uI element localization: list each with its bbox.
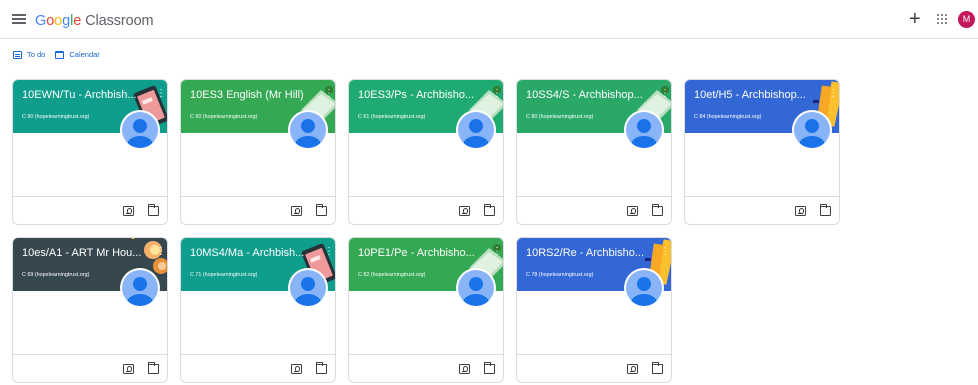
card-footer	[13, 196, 167, 224]
assignment-ind-icon[interactable]	[459, 206, 470, 216]
teacher-avatar	[120, 110, 160, 150]
class-card[interactable]: 10RS2/Re - Archbisho... C 78 (hopelearnin…	[516, 237, 672, 383]
teacher-avatar	[792, 110, 832, 150]
class-section: C 78 (hopelearningtrust.org)	[526, 272, 594, 278]
calendar-link[interactable]: Calendar	[55, 50, 100, 59]
more-vert-icon[interactable]: ⋮	[492, 89, 502, 99]
todo-label: To do	[27, 50, 46, 59]
folder-icon[interactable]	[147, 362, 159, 374]
class-section: C 71 (hopelearningtrust.org)	[190, 272, 258, 278]
folder-icon[interactable]	[483, 204, 495, 216]
more-vert-icon[interactable]: ⋮	[324, 89, 334, 99]
class-card[interactable]: 10MS4/Ma - Archbish... C 71 (hopelearning…	[180, 237, 336, 383]
more-vert-icon[interactable]: ⋮	[156, 89, 166, 99]
more-vert-icon[interactable]: ⋮	[828, 89, 838, 99]
class-card[interactable]: 10et/H5 - Archbishop... C 84 (hopelearnin…	[684, 79, 840, 225]
class-title[interactable]: 10es/A1 - ART Mr Hou...	[22, 247, 146, 260]
sub-navigation: To do Calendar	[13, 50, 100, 59]
teacher-avatar	[624, 268, 664, 308]
more-vert-icon[interactable]: ⋮	[492, 247, 502, 257]
class-section: C 90 (hopelearningtrust.org)	[22, 114, 90, 120]
class-title[interactable]: 10MS4/Ma - Archbish...	[190, 247, 314, 260]
calendar-label: Calendar	[69, 50, 100, 59]
hamburger-menu-icon[interactable]	[12, 12, 26, 26]
more-vert-icon[interactable]: ⋮	[324, 247, 334, 257]
assignment-ind-icon[interactable]	[627, 364, 638, 374]
assignment-ind-icon[interactable]	[459, 364, 470, 374]
teacher-avatar	[456, 110, 496, 150]
product-name: Classroom	[85, 13, 154, 29]
class-title[interactable]: 10EWN/Tu - Archbish...	[22, 89, 146, 102]
class-title[interactable]: 10SS4/S - Archbishop...	[526, 89, 650, 102]
folder-icon[interactable]	[819, 204, 831, 216]
class-card[interactable]: 10EWN/Tu - Archbish... C 90 (hopelearning…	[12, 79, 168, 225]
assignment-ind-icon[interactable]	[795, 206, 806, 216]
class-section: C 84 (hopelearningtrust.org)	[694, 114, 762, 120]
teacher-avatar	[288, 110, 328, 150]
more-vert-icon[interactable]: ⋮	[660, 89, 670, 99]
logo-letter-e: e	[73, 13, 82, 29]
more-vert-icon[interactable]: ⋮	[660, 247, 670, 257]
class-card[interactable]: 10ES3 English (Mr Hill) C 60 (hopelearnin…	[180, 79, 336, 225]
card-footer	[349, 196, 503, 224]
todo-link[interactable]: To do	[13, 50, 45, 59]
class-title[interactable]: 10et/H5 - Archbishop...	[694, 89, 818, 102]
teacher-avatar	[288, 268, 328, 308]
assignment-ind-icon[interactable]	[291, 206, 302, 216]
more-vert-icon[interactable]: ⋮	[156, 247, 166, 257]
card-footer	[13, 354, 167, 382]
class-section: C 61 (hopelearningtrust.org)	[358, 114, 426, 120]
folder-icon[interactable]	[651, 204, 663, 216]
class-section: C 80 (hopelearningtrust.org)	[526, 114, 594, 120]
assignment-ind-icon[interactable]	[627, 206, 638, 216]
class-card[interactable]: 10PE1/Pe - Archbisho... C 82 (hopelearnin…	[348, 237, 504, 383]
class-card[interactable]: 10es/A1 - ART Mr Hou... C 69 (hopelearnin…	[12, 237, 168, 383]
logo-letter-o1: o	[46, 13, 55, 29]
add-class-button[interactable]: +	[909, 9, 921, 29]
class-section: C 60 (hopelearningtrust.org)	[190, 114, 258, 120]
app-logo[interactable]: Google Classroom	[35, 13, 154, 29]
folder-icon[interactable]	[147, 204, 159, 216]
folder-icon[interactable]	[651, 362, 663, 374]
folder-icon[interactable]	[315, 204, 327, 216]
class-card[interactable]: 10SS4/S - Archbishop... C 80 (hopelearnin…	[516, 79, 672, 225]
teacher-avatar	[624, 110, 664, 150]
calendar-icon	[55, 50, 65, 59]
assignment-ind-icon[interactable]	[291, 364, 302, 374]
assignment-ind-icon[interactable]	[123, 364, 134, 374]
class-title[interactable]: 10RS2/Re - Archbisho...	[526, 247, 650, 260]
logo-letter-g2: g	[62, 13, 71, 29]
card-footer	[181, 354, 335, 382]
class-title[interactable]: 10ES3/Ps - Archbisho...	[358, 89, 482, 102]
assignment-ind-icon[interactable]	[123, 206, 134, 216]
assignment-list-icon	[13, 50, 22, 59]
class-section: C 69 (hopelearningtrust.org)	[22, 272, 90, 278]
card-footer	[517, 354, 671, 382]
teacher-avatar	[456, 268, 496, 308]
logo-letter-g: G	[35, 13, 47, 29]
card-footer	[517, 196, 671, 224]
folder-icon[interactable]	[315, 362, 327, 374]
folder-icon[interactable]	[483, 362, 495, 374]
class-section: C 82 (hopelearningtrust.org)	[358, 272, 426, 278]
class-title[interactable]: 10PE1/Pe - Archbisho...	[358, 247, 482, 260]
top-app-bar: Google Classroom + M	[0, 0, 978, 39]
card-footer	[685, 196, 839, 224]
card-footer	[181, 196, 335, 224]
teacher-avatar	[120, 268, 160, 308]
account-avatar[interactable]: M	[958, 11, 975, 28]
card-footer	[349, 354, 503, 382]
class-card[interactable]: 10ES3/Ps - Archbisho... C 61 (hopelearnin…	[348, 79, 504, 225]
class-title[interactable]: 10ES3 English (Mr Hill)	[190, 89, 314, 102]
apps-grid-icon[interactable]	[937, 14, 947, 24]
logo-letter-o2: o	[54, 13, 63, 29]
